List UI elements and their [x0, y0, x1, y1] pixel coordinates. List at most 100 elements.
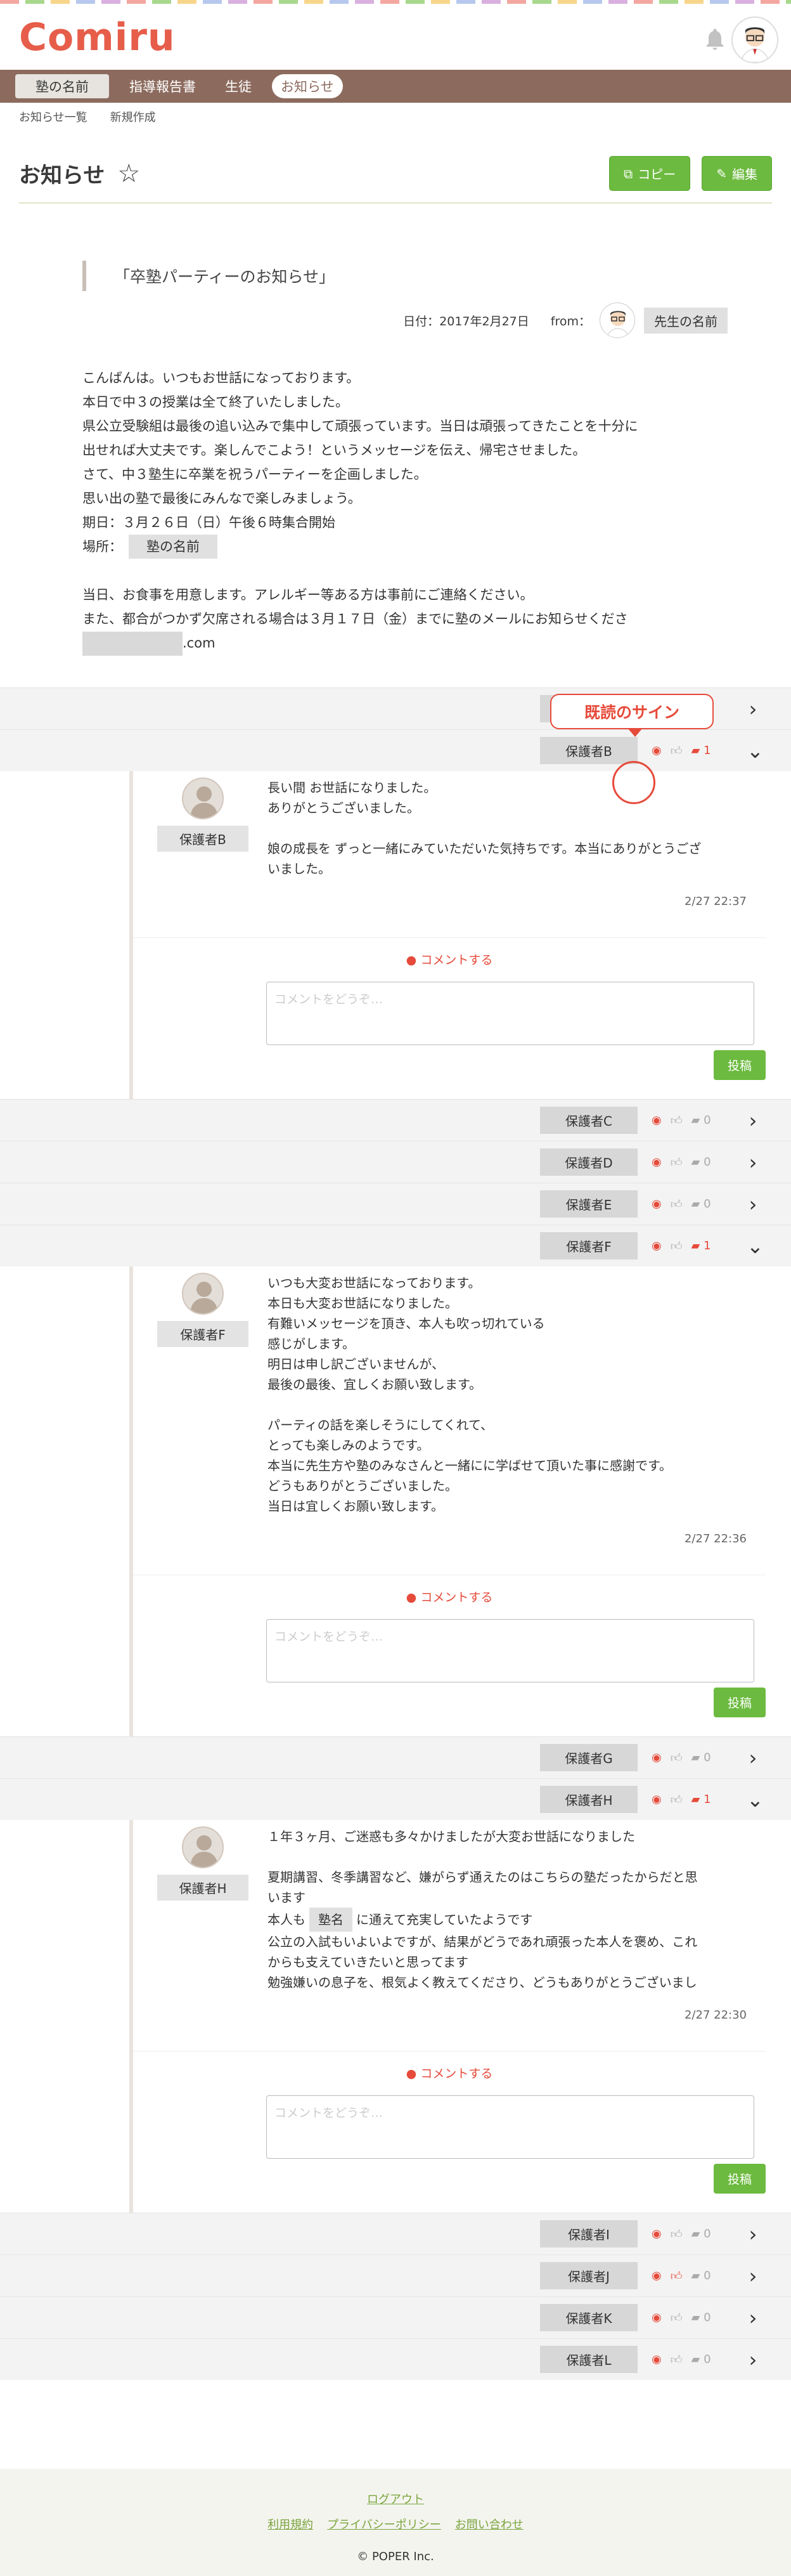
comment-thread: 保護者H １年３ヶ月、ご迷惑も多々かけましたが大変お世話になりました 夏期講習、冬…	[129, 1820, 766, 2213]
read-row[interactable]: 保護者F ◉ 👍︎ ▰ 1 ⌄	[0, 1225, 791, 1266]
chevron-right-icon[interactable]: ›	[747, 1150, 759, 1174]
chevron-right-icon[interactable]: ›	[747, 2306, 759, 2330]
logout-link[interactable]: ログアウト	[367, 2493, 424, 2506]
reply-author: 保護者H	[146, 1826, 260, 2026]
comment-count: 1	[704, 1239, 711, 1252]
comment-link[interactable]: ● コメントする	[133, 937, 766, 968]
mail-line: .com	[82, 631, 734, 656]
page-header: お知らせ ☆ ⧉ コピー ✎ 編集	[19, 131, 772, 204]
read-row[interactable]: 保護者J ◉ 👍︎ ▰ 0 ›	[0, 2254, 791, 2296]
chevron-right-icon[interactable]: ›	[747, 697, 759, 721]
star-icon[interactable]: ☆	[117, 159, 140, 188]
chevron-right-icon[interactable]: ›	[747, 1192, 759, 1216]
post-button[interactable]: 投稿	[713, 1050, 766, 1080]
notice-line: 思い出の塾で最後にみんなで楽しみましょう。	[82, 491, 361, 506]
read-row[interactable]: 保護者C ◉ 👍︎ ▰ 0 ›	[0, 1099, 791, 1141]
thumb-icon: 👍︎	[670, 2353, 683, 2367]
eye-icon: ◉	[652, 1793, 662, 1806]
read-row[interactable]: 保護者H ◉ 👍︎ ▰ 1 ⌄	[0, 1778, 791, 1820]
chevron-right-icon[interactable]: ›	[747, 2264, 759, 2288]
row-icons: ◉ 👍︎ ▰ 0	[652, 1751, 721, 1765]
header: Comiru	[0, 4, 791, 70]
chevron-down-icon[interactable]: ⌄	[747, 739, 764, 763]
comment-input[interactable]: コメントをどうぞ…	[266, 1619, 754, 1682]
row-icons: ◉ 👍︎ ▰ 1	[652, 1239, 721, 1253]
read-row[interactable]: 保護者L ◉ 👍︎ ▰ 0 ›	[0, 2338, 791, 2380]
comment-link-text: コメントする	[420, 1590, 493, 1604]
nav-notices[interactable]: お知らせ	[272, 74, 343, 98]
parent-name: 保護者D	[540, 1148, 638, 1176]
thumb-icon: 👍︎	[670, 1155, 683, 1169]
eye-icon: ◉	[652, 2353, 662, 2366]
user-avatar[interactable]	[731, 16, 778, 63]
reply: 保護者F いつも大変お世話になっております。 本日も大変お世話になりました。 有難…	[133, 1273, 766, 1549]
post-row: 投稿	[133, 1688, 766, 1717]
chevron-down-icon[interactable]: ⌄	[747, 1788, 764, 1812]
chevron-right-icon[interactable]: ›	[747, 2348, 759, 2372]
comment-count: 0	[704, 2353, 711, 2366]
chevron-right-icon[interactable]: ›	[747, 1109, 759, 1133]
nav-reports[interactable]: 指導報告書	[120, 74, 205, 98]
reply-author: 保護者B	[146, 777, 260, 912]
privacy-link[interactable]: プライバシーポリシー	[327, 2516, 441, 2532]
parent-name: 保護者K	[540, 2304, 638, 2331]
nav-school[interactable]: 塾の名前	[15, 74, 109, 98]
speech-icon: ●	[406, 2067, 417, 2081]
parent-name: 保護者B	[540, 737, 638, 764]
read-row[interactable]: 保護者I ◉ 👍︎ ▰ 0 ›	[0, 2213, 791, 2254]
reply: 保護者H １年３ヶ月、ご迷惑も多々かけましたが大変お世話になりました 夏期講習、冬…	[133, 1826, 766, 2026]
comment-link[interactable]: ● コメントする	[133, 2051, 766, 2081]
speech-icon: ●	[406, 953, 417, 967]
read-row[interactable]: 保護者E ◉ 👍︎ ▰ 0 ›	[0, 1183, 791, 1225]
notice-line: 当日、お食事を用意します。アレルギー等ある方は事前にご連絡ください。	[82, 587, 534, 602]
notice-date: 日付：2017年2月27日	[403, 314, 529, 329]
reply-text: いつも大変お世話になっております。 本日も大変お世話になりました。 有難いメッセ…	[267, 1275, 672, 1514]
read-row[interactable]: 保護者B ◉ 👍︎ ▰ 1 ⌄	[0, 729, 791, 771]
parent-name: 保護者L	[540, 2346, 638, 2373]
row-icons: ◉ 👍︎ ▰ 0	[652, 2227, 721, 2241]
comment-link[interactable]: ● コメントする	[133, 1575, 766, 1605]
eye-icon: ◉	[652, 2227, 662, 2241]
bell-icon[interactable]	[702, 27, 728, 52]
copy-label: コピー	[638, 167, 676, 182]
row-icons: ◉ 👍︎ ▰ 0	[652, 2269, 721, 2283]
comment-input[interactable]: コメントをどうぞ…	[266, 982, 754, 1045]
thumb-icon: 👍︎	[670, 1197, 683, 1211]
comment-input[interactable]: コメントをどうぞ…	[266, 2095, 754, 2159]
terms-link[interactable]: 利用規約	[267, 2516, 313, 2532]
read-row[interactable]: 保護者K ◉ 👍︎ ▰ 0 ›	[0, 2296, 791, 2338]
page-title: お知らせ ☆	[19, 158, 140, 189]
eye-icon: ◉	[652, 744, 662, 757]
parent-name: 保護者H	[540, 1786, 638, 1813]
comment-icon: ▰ 0	[691, 2227, 711, 2241]
eye-icon: ◉	[652, 2311, 662, 2324]
speech-icon: ●	[406, 1590, 417, 1604]
notice-body: 「卒塾パーティーのお知らせ」 日付：2017年2月27日 from： 先生の名前…	[19, 204, 772, 687]
notice-title: 「卒塾パーティーのお知らせ」	[82, 261, 734, 291]
notice-line: 出せれば大丈夫です。楽しんでこよう！というメッセージを伝え、帰宅させました。	[82, 443, 586, 458]
comment-count: 1	[704, 744, 711, 757]
subnav-new[interactable]: 新規作成	[110, 108, 156, 125]
read-row[interactable]: 保護者D ◉ 👍︎ ▰ 0 ›	[0, 1141, 791, 1183]
comiru-logo[interactable]: Comiru	[19, 15, 176, 60]
nav-students[interactable]: 生徒	[216, 74, 260, 98]
chevron-right-icon[interactable]: ›	[747, 2222, 759, 2246]
contact-link[interactable]: お問い合わせ	[455, 2516, 524, 2532]
read-row[interactable]: 保護者G ◉ 👍︎ ▰ 0 ›	[0, 1736, 791, 1778]
thumb-icon: 👍︎	[670, 1793, 683, 1807]
subnav-list[interactable]: お知らせ一覧	[19, 108, 87, 125]
edit-button[interactable]: ✎ 編集	[702, 156, 772, 191]
notice-text: こんばんは。いつもお世話になっております。 本日で中３の授業は全て終了いたしまし…	[82, 366, 734, 656]
row-icons: ◉ 👍︎ ▰ 1	[652, 744, 721, 758]
teacher-avatar	[600, 302, 635, 338]
row-icons: ◉ 👍︎ ▰ 0	[652, 2311, 721, 2325]
post-button[interactable]: 投稿	[713, 2164, 766, 2194]
person-icon	[182, 1826, 224, 1868]
post-button[interactable]: 投稿	[713, 1688, 766, 1717]
chevron-right-icon[interactable]: ›	[747, 1746, 759, 1770]
copy-button[interactable]: ⧉ コピー	[608, 156, 691, 191]
reply-content: １年３ヶ月、ご迷惑も多々かけましたが大変お世話になりました 夏期講習、冬季講習な…	[260, 1826, 766, 2026]
chevron-down-icon[interactable]: ⌄	[747, 1234, 764, 1258]
reply-time: 2/27 22:30	[684, 2008, 747, 2022]
notice-line: 期日：３月２６日（日）午後６時集合開始	[82, 515, 335, 530]
